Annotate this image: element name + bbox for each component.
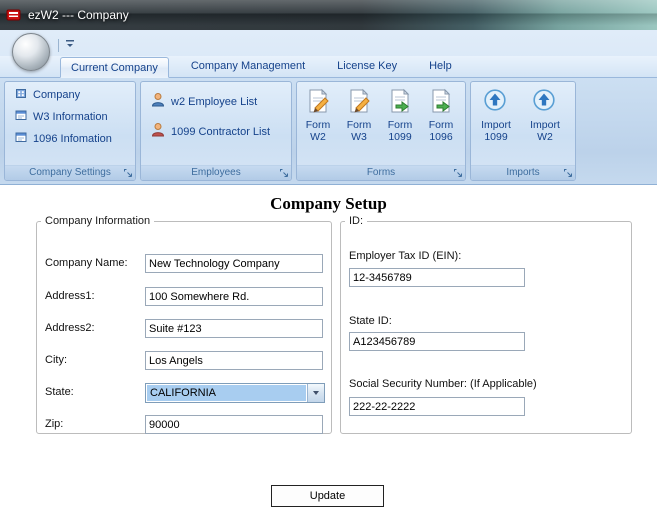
state-label: State:: [45, 386, 74, 398]
contractor-person-icon: [150, 122, 166, 141]
qat-dropdown-icon[interactable]: [64, 36, 76, 54]
field-row-zip: Zip:: [45, 415, 323, 435]
dialog-launcher-icon[interactable]: [563, 168, 573, 178]
app-icon: [6, 7, 22, 23]
ribbon-group-employees: w2 Employee List 1099 Contractor List Em…: [140, 81, 292, 181]
form-edit-icon: [305, 88, 331, 114]
ein-input[interactable]: [349, 268, 525, 287]
import-up-icon: [483, 88, 509, 114]
combo-dropdown-button[interactable]: [307, 384, 324, 402]
field-row-company-name: Company Name:: [45, 254, 323, 274]
group-caption-label: Forms: [366, 167, 396, 178]
ribbon-group-imports: Import 1099 Import W2 Imports: [470, 81, 576, 181]
update-button[interactable]: Update: [271, 485, 384, 507]
group-caption-label: Employees: [191, 167, 241, 178]
tab-company-management[interactable]: Company Management: [181, 56, 315, 77]
address1-input[interactable]: [145, 287, 323, 306]
company-information-groupbox: Company Information Company Name: Addres…: [36, 215, 332, 434]
ribbon-button-import-w2[interactable]: Import W2: [521, 83, 569, 165]
ribbon-button-label: Import 1099: [481, 119, 511, 143]
field-row-address2: Address2:: [45, 319, 323, 339]
ribbon-item-1096-infomation[interactable]: 1096 Infomation: [11, 129, 131, 148]
ribbon-item-w3-information[interactable]: W3 Information: [11, 107, 131, 126]
import-up-icon: [532, 88, 558, 114]
company-name-label: Company Name:: [45, 257, 128, 269]
group-caption-label: Imports: [506, 167, 540, 178]
state-id-label: State ID:: [349, 315, 392, 327]
field-row-address1: Address1:: [45, 287, 323, 307]
ribbon-tabstrip: Current Company Company Management Licen…: [0, 56, 657, 78]
address1-label: Address1:: [45, 290, 95, 302]
ribbon-item-w2-employee-list[interactable]: w2 Employee List: [147, 91, 287, 112]
ssn-label: Social Security Number: (If Applicable): [349, 378, 537, 390]
ssn-input[interactable]: [349, 397, 525, 416]
ribbon-item-label: 1096 Infomation: [33, 132, 112, 145]
ribbon-button-label: Form 1096: [428, 119, 454, 143]
app-window: ezW2 --- Company Current Company Company…: [0, 0, 657, 528]
form-edit-icon: [346, 88, 372, 114]
zip-label: Zip:: [45, 418, 64, 430]
ribbon-button-import-1099[interactable]: Import 1099: [472, 83, 520, 165]
field-row-state: State: CALIFORNIA: [45, 383, 325, 403]
group-caption-employees: Employees: [141, 165, 291, 180]
state-id-input[interactable]: [349, 332, 525, 351]
titlebar: ezW2 --- Company: [0, 0, 657, 30]
city-label: City:: [45, 354, 67, 366]
group-caption-forms: Forms: [297, 165, 465, 180]
ribbon-button-label: Form 1099: [387, 119, 413, 143]
address2-label: Address2:: [45, 322, 95, 334]
dialog-launcher-icon[interactable]: [279, 168, 289, 178]
chevron-down-icon: [313, 391, 319, 395]
tab-current-company[interactable]: Current Company: [60, 57, 169, 78]
state-select[interactable]: CALIFORNIA: [145, 383, 325, 403]
id-legend: ID:: [349, 215, 364, 227]
ribbon-item-label: 1099 Contractor List: [171, 125, 271, 138]
company-name-input[interactable]: [145, 254, 323, 273]
employee-person-icon: [150, 92, 166, 111]
dialog-launcher-icon[interactable]: [123, 168, 133, 178]
quick-access-toolbar: [58, 37, 76, 53]
ribbon-group-company-settings: Company W3 Information 1096 Infomation C…: [4, 81, 136, 181]
dialog-launcher-icon[interactable]: [453, 168, 463, 178]
form-window-icon: [14, 130, 28, 147]
state-selected-value: CALIFORNIA: [147, 385, 306, 401]
ribbon-button-label: Form W3: [346, 119, 372, 143]
ribbon-button-form-w2[interactable]: Form W2: [298, 83, 338, 165]
tab-license-key[interactable]: License Key: [327, 56, 407, 77]
window-title: ezW2 --- Company: [28, 8, 129, 22]
ribbon-button-label: Import W2: [530, 119, 560, 143]
group-caption-imports: Imports: [471, 165, 575, 180]
page-title: Company Setup: [270, 194, 387, 213]
main-content: Company Setup Company Information Compan…: [0, 185, 657, 528]
ribbon-item-label: Company: [33, 88, 81, 101]
qat-separator: [58, 38, 59, 52]
ribbon-item-label: W3 Information: [33, 110, 108, 123]
building-icon: [14, 86, 28, 103]
form-export-icon: [428, 88, 454, 114]
address2-input[interactable]: [145, 319, 323, 338]
ribbon-body: Company W3 Information 1096 Infomation C…: [0, 78, 657, 185]
ribbon-button-form-1096[interactable]: Form 1096: [421, 83, 461, 165]
ribbon-button-form-1099[interactable]: Form 1099: [380, 83, 420, 165]
ribbon: Current Company Company Management Licen…: [0, 30, 657, 185]
ribbon-button-form-w3[interactable]: Form W3: [339, 83, 379, 165]
ein-label: Employer Tax ID (EIN):: [349, 250, 462, 262]
application-orb-button[interactable]: [12, 33, 50, 71]
id-groupbox: ID: Employer Tax ID (EIN): State ID: Soc…: [340, 215, 632, 434]
city-input[interactable]: [145, 351, 323, 370]
company-information-legend: Company Information: [45, 215, 151, 227]
form-export-icon: [387, 88, 413, 114]
group-caption-company-settings: Company Settings: [5, 165, 135, 180]
ribbon-item-company[interactable]: Company: [11, 85, 131, 104]
ribbon-group-forms: Form W2 Form W3 Form 1099 Form 1096 Form…: [296, 81, 466, 181]
ribbon-button-label: Form W2: [305, 119, 331, 143]
zip-input[interactable]: [145, 415, 323, 434]
ribbon-item-1099-contractor-list[interactable]: 1099 Contractor List: [147, 121, 287, 142]
field-row-city: City:: [45, 351, 323, 371]
tab-help[interactable]: Help: [419, 56, 462, 77]
group-caption-label: Company Settings: [29, 167, 111, 178]
form-window-icon: [14, 108, 28, 125]
ribbon-item-label: w2 Employee List: [171, 95, 258, 108]
